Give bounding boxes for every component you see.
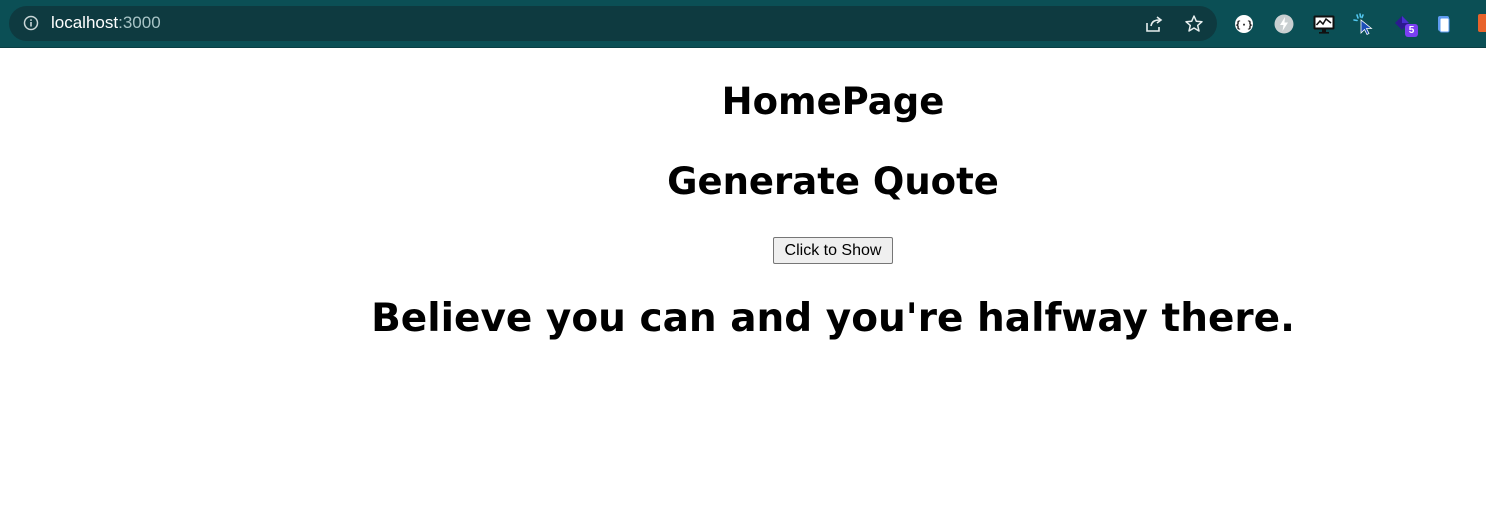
- monitor-chart-icon[interactable]: [1309, 9, 1338, 38]
- show-quote-button[interactable]: Click to Show: [773, 237, 893, 264]
- star-icon[interactable]: [1179, 13, 1209, 35]
- url-port: :3000: [118, 13, 161, 32]
- quote-text: Believe you can and you're halfway there…: [371, 296, 1295, 341]
- overflow-extension-icon[interactable]: [1478, 14, 1486, 32]
- url-host: localhost: [51, 13, 119, 32]
- omnibox-actions: [1139, 13, 1209, 35]
- extensions-bar: {·} 5: [1229, 9, 1458, 38]
- lightning-icon[interactable]: [1269, 9, 1298, 38]
- cursor-sparkle-icon[interactable]: [1349, 9, 1378, 38]
- page-viewport: HomePage Generate Quote Click to Show Be…: [0, 48, 1486, 521]
- json-viewer-icon[interactable]: {·}: [1229, 9, 1258, 38]
- address-bar[interactable]: localhost:3000: [9, 6, 1217, 41]
- site-info-icon[interactable]: [23, 15, 39, 31]
- url-text[interactable]: localhost:3000: [51, 13, 161, 33]
- page-title: HomePage: [721, 80, 945, 123]
- extension-badge: 5: [1405, 24, 1418, 37]
- browser-toolbar: localhost:3000 {·} 5: [0, 0, 1486, 48]
- svg-text:{·}: {·}: [1234, 20, 1252, 31]
- purple-gem-icon[interactable]: 5: [1389, 9, 1418, 38]
- section-heading: Generate Quote: [667, 160, 999, 203]
- clipboard-icon[interactable]: [1429, 9, 1458, 38]
- share-icon[interactable]: [1139, 13, 1169, 35]
